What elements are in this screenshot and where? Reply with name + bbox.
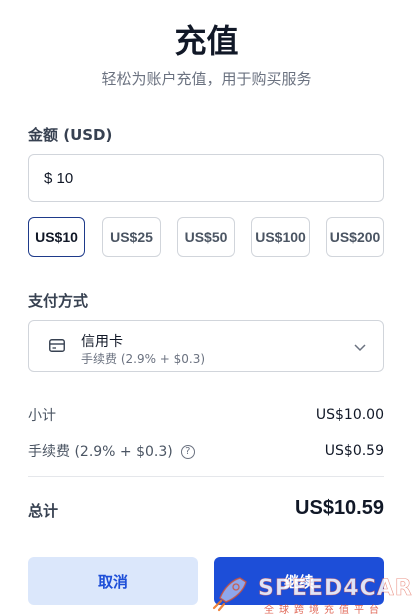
fee-value: US$0.59 <box>324 443 384 459</box>
subtotal-label: 小计 <box>28 408 56 424</box>
preset-us100-button[interactable]: US$100 <box>251 217 310 257</box>
credit-card-icon <box>49 339 65 352</box>
amount-value[interactable]: $ 10 <box>44 170 73 187</box>
payment-method-select[interactable]: 信用卡 手续费 (2.9% + $0.3) <box>28 320 384 372</box>
amount-label: 金额 (USD) <box>28 126 113 144</box>
chevron-down-icon <box>354 344 366 352</box>
preset-us200-button[interactable]: US$200 <box>326 217 384 257</box>
cancel-button[interactable]: 取消 <box>28 557 198 605</box>
summary-divider <box>28 476 384 477</box>
total-label: 总计 <box>28 502 59 520</box>
fee-label: 手续费 (2.9% + $0.3) <box>28 444 173 460</box>
fee-row: 手续费 (2.9% + $0.3)? US$0.59 <box>28 441 384 461</box>
subtotal-value: US$10.00 <box>315 407 384 423</box>
page-subtitle: 轻松为账户充值，用于购买服务 <box>101 70 312 88</box>
payment-label: 支付方式 <box>28 292 89 310</box>
preset-us50-button[interactable]: US$50 <box>177 217 235 257</box>
payment-method-fee: 手续费 (2.9% + $0.3) <box>81 352 206 366</box>
subtotal-row: 小计 US$10.00 <box>28 405 384 425</box>
help-icon[interactable]: ? <box>180 445 195 459</box>
preset-us25-button[interactable]: US$25 <box>102 217 161 257</box>
page-title: 充值 <box>174 22 239 60</box>
total-value: US$10.59 <box>295 497 384 519</box>
preset-us10-button[interactable]: US$10 <box>28 217 85 257</box>
amount-presets: US$10 US$25 US$50 US$100 US$200 <box>28 217 384 257</box>
payment-method-name: 信用卡 <box>81 334 123 350</box>
continue-button[interactable]: 继续 <box>214 557 384 605</box>
amount-input[interactable]: $ 10 <box>28 154 384 202</box>
